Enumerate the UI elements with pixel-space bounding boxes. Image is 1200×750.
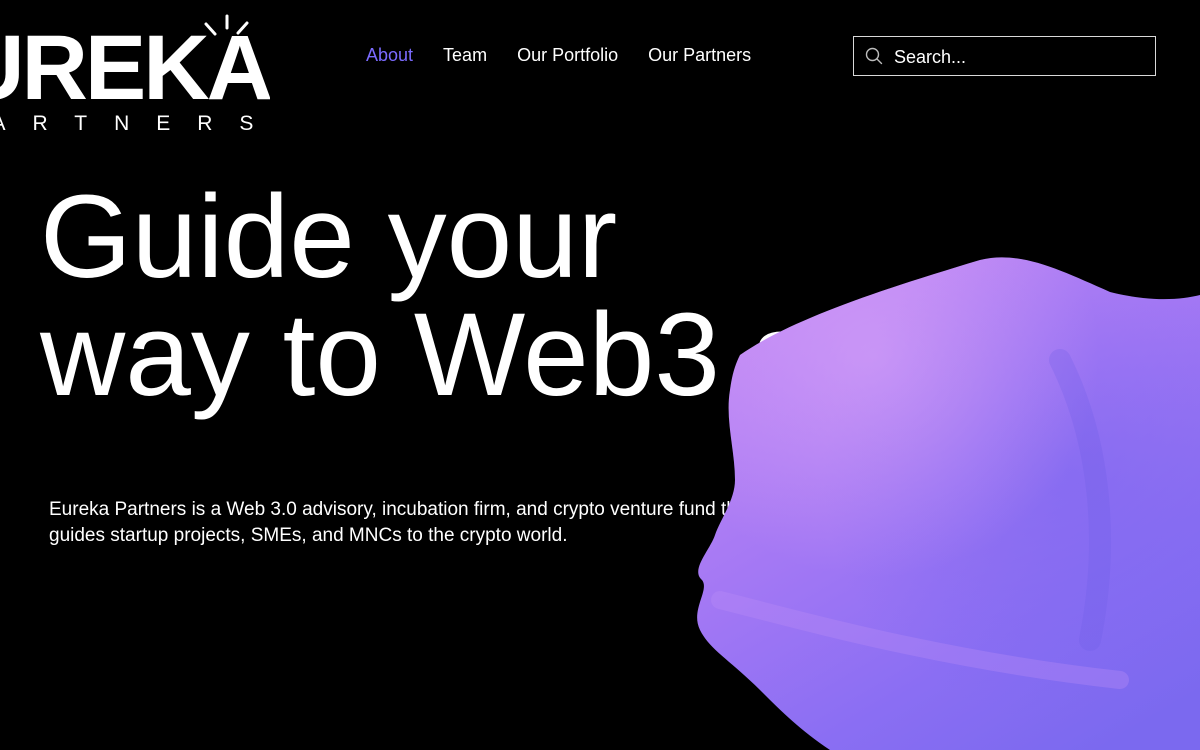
nav-link-team[interactable]: Team	[443, 45, 487, 66]
abstract-blob-graphic	[697, 257, 1200, 750]
nav-link-about[interactable]: About	[366, 45, 413, 66]
brand-logo[interactable]: UREKA PARTNERS	[0, 0, 270, 140]
search-icon[interactable]	[864, 46, 884, 66]
logo-subtitle: PARTNERS	[0, 112, 270, 135]
page: UREKA PARTNERS About Team Our Portfolio …	[0, 0, 1200, 750]
search-box[interactable]	[853, 36, 1156, 76]
search-input[interactable]	[894, 40, 1155, 72]
nav-link-portfolio[interactable]: Our Portfolio	[517, 45, 618, 66]
nav-link-partners[interactable]: Our Partners	[648, 45, 751, 66]
main-nav: About Team Our Portfolio Our Partners	[366, 45, 781, 66]
logo-wordmark: UREKA	[0, 17, 270, 119]
